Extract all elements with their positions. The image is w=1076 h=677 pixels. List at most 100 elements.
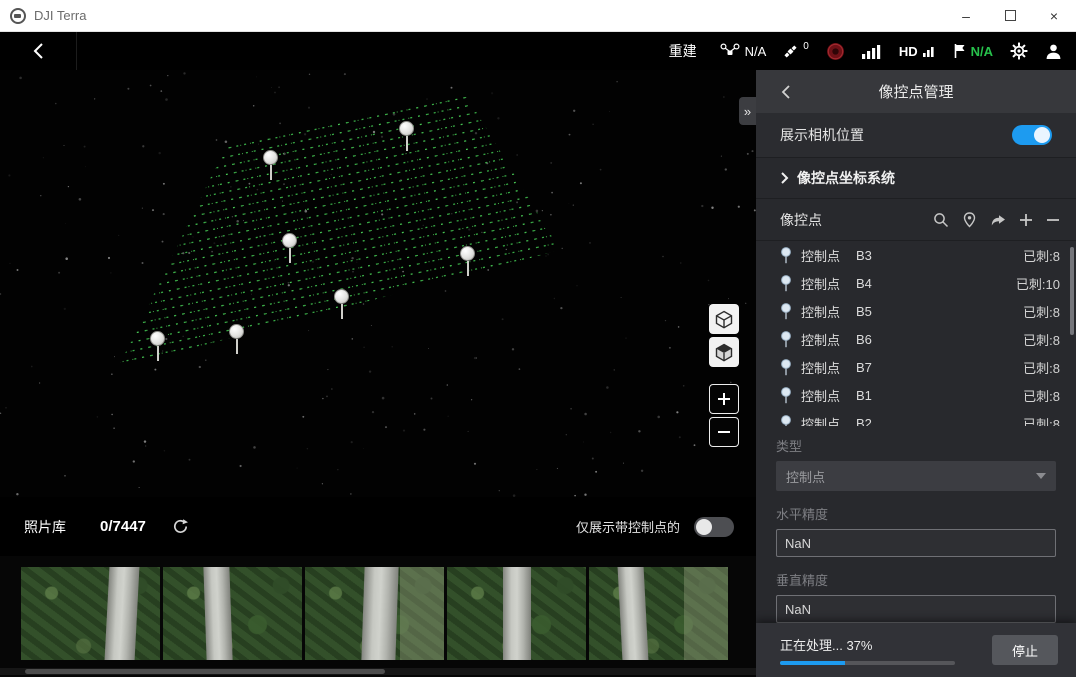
panel-collapse-button[interactable]: » [739,97,756,125]
horizontal-scrollbar[interactable] [0,668,756,675]
gcp-name: 控制点 [801,302,840,321]
gcp-list-item[interactable]: 控制点B5已刺:8 [756,297,1076,325]
gcp-pin-marker[interactable] [460,246,476,276]
gcp-name: 控制点 [801,330,840,349]
photo-thumbnail[interactable] [589,567,728,660]
zoom-buttons [709,384,739,447]
signal-bars-icon[interactable] [862,44,882,59]
point-cloud [0,70,756,497]
gcp-list-item[interactable]: 控制点B4已刺:10 [756,269,1076,297]
list-scrollbar[interactable] [1070,247,1074,335]
pin-head [334,289,349,304]
window-controls: – × [944,0,1076,31]
map-3d-viewport[interactable]: » [0,70,756,497]
gcp-section-label: 像控点 [780,210,822,230]
rebuild-button[interactable]: 重建 [669,41,697,61]
rtk-flag-icon [953,43,966,59]
record-status-icon[interactable] [826,42,845,61]
gcp-pin-marker[interactable] [150,331,166,361]
gcp-filter-toggle[interactable] [694,517,734,537]
photo-thumbnail[interactable] [447,567,586,660]
gcp-name: 控制点 [801,414,840,427]
gcp-list: 控制点B3已刺:8控制点B4已刺:10控制点B5已刺:8控制点B6已刺:8控制点… [756,241,1076,426]
show-camera-row: 展示相机位置 [756,113,1076,158]
view-3d-cube-button[interactable] [709,304,739,334]
gcp-pin-icon [780,387,792,404]
photo-library-label: 照片库 [24,517,66,537]
hd-signal-bars-icon [923,45,936,57]
gcp-list-item[interactable]: 控制点B6已刺:8 [756,325,1076,353]
gcp-pin-icon [780,359,792,376]
show-camera-toggle[interactable] [1012,125,1052,145]
back-button[interactable] [0,32,77,70]
type-label: 类型 [776,436,1056,455]
hd-label: HD [899,44,918,59]
rtk-status[interactable]: N/A [953,43,993,59]
vertical-accuracy-input[interactable] [776,595,1056,623]
gcp-marked-count: 已刺:8 [1023,246,1060,265]
gcp-pin-icon [780,415,792,427]
settings-gear-icon[interactable] [1010,42,1028,60]
gcp-marked-count: 已刺:8 [1023,302,1060,321]
remove-gcp-icon[interactable] [1046,213,1060,227]
toggle-knob [1034,127,1050,143]
satellite-count: 0 [803,41,809,52]
user-account-icon[interactable] [1045,43,1062,60]
pin-head [282,233,297,248]
zoom-in-button[interactable] [709,384,739,414]
gcp-search-icon[interactable] [933,212,949,228]
add-gcp-icon[interactable] [1019,213,1033,227]
horizontal-accuracy-label: 水平精度 [776,504,1056,523]
status-cluster: 重建 N/A 0 [669,32,1062,70]
gcp-pin-marker[interactable] [229,324,245,354]
gcp-list-item[interactable]: 控制点B2已刺:8 [756,409,1076,426]
maximize-button[interactable] [988,0,1032,31]
stop-button[interactable]: 停止 [992,635,1058,665]
scrollbar-thumb[interactable] [25,669,385,674]
drone-status[interactable]: N/A [720,43,767,59]
type-value: 控制点 [786,467,825,486]
pin-stem [289,248,291,263]
coordinate-system-expander[interactable]: 像控点坐标系统 [756,158,1076,199]
pin-head [150,331,165,346]
hd-transmission-status[interactable]: HD [899,44,936,59]
maximize-icon [1005,10,1016,21]
gcp-management-panel: 像控点管理 展示相机位置 像控点坐标系统 像控点 [756,70,1076,677]
photo-thumbnail[interactable] [163,567,302,660]
photo-thumbnail[interactable] [305,567,444,660]
gcp-pin-marker[interactable] [399,121,415,151]
road-texture [361,567,399,660]
horizontal-accuracy-input[interactable] [776,529,1056,557]
satellite-icon [783,44,798,59]
gcp-locate-pin-icon[interactable] [962,212,977,228]
refresh-button[interactable] [172,518,189,535]
zoom-out-button[interactable] [709,417,739,447]
panel-back-button[interactable] [780,84,791,100]
view-mode-buttons [709,304,739,367]
gcp-id: B2 [856,416,872,427]
type-dropdown[interactable]: 控制点 [776,461,1056,491]
gcp-pin-marker[interactable] [263,150,279,180]
gcp-list-item[interactable]: 控制点B3已刺:8 [756,241,1076,269]
left-column: » [0,70,756,677]
photo-library-bar: 照片库 0/7447 仅展示带控制点的 [0,497,756,556]
minimize-button[interactable]: – [944,0,988,31]
panel-title: 像控点管理 [756,81,1076,102]
view-25d-cube-button[interactable] [709,337,739,367]
photo-thumbnail[interactable] [21,567,160,660]
back-chevron-icon [31,41,45,61]
progress-label: 正在处理... 37% [780,635,955,654]
gcp-pin-marker[interactable] [282,233,298,263]
gcp-id: B7 [856,360,872,375]
gcp-marked-count: 已刺:8 [1023,330,1060,349]
pin-stem [236,339,238,354]
gcp-pin-marker[interactable] [334,289,350,319]
close-button[interactable]: × [1032,0,1076,31]
gcp-list-item[interactable]: 控制点B7已刺:8 [756,353,1076,381]
gcp-id: B1 [856,388,872,403]
gcp-pin-icon [780,303,792,320]
gcp-list-item[interactable]: 控制点B1已刺:8 [756,381,1076,409]
satellite-status[interactable]: 0 [783,44,809,59]
gcp-share-arrow-icon[interactable] [990,212,1006,227]
pin-stem [341,304,343,319]
